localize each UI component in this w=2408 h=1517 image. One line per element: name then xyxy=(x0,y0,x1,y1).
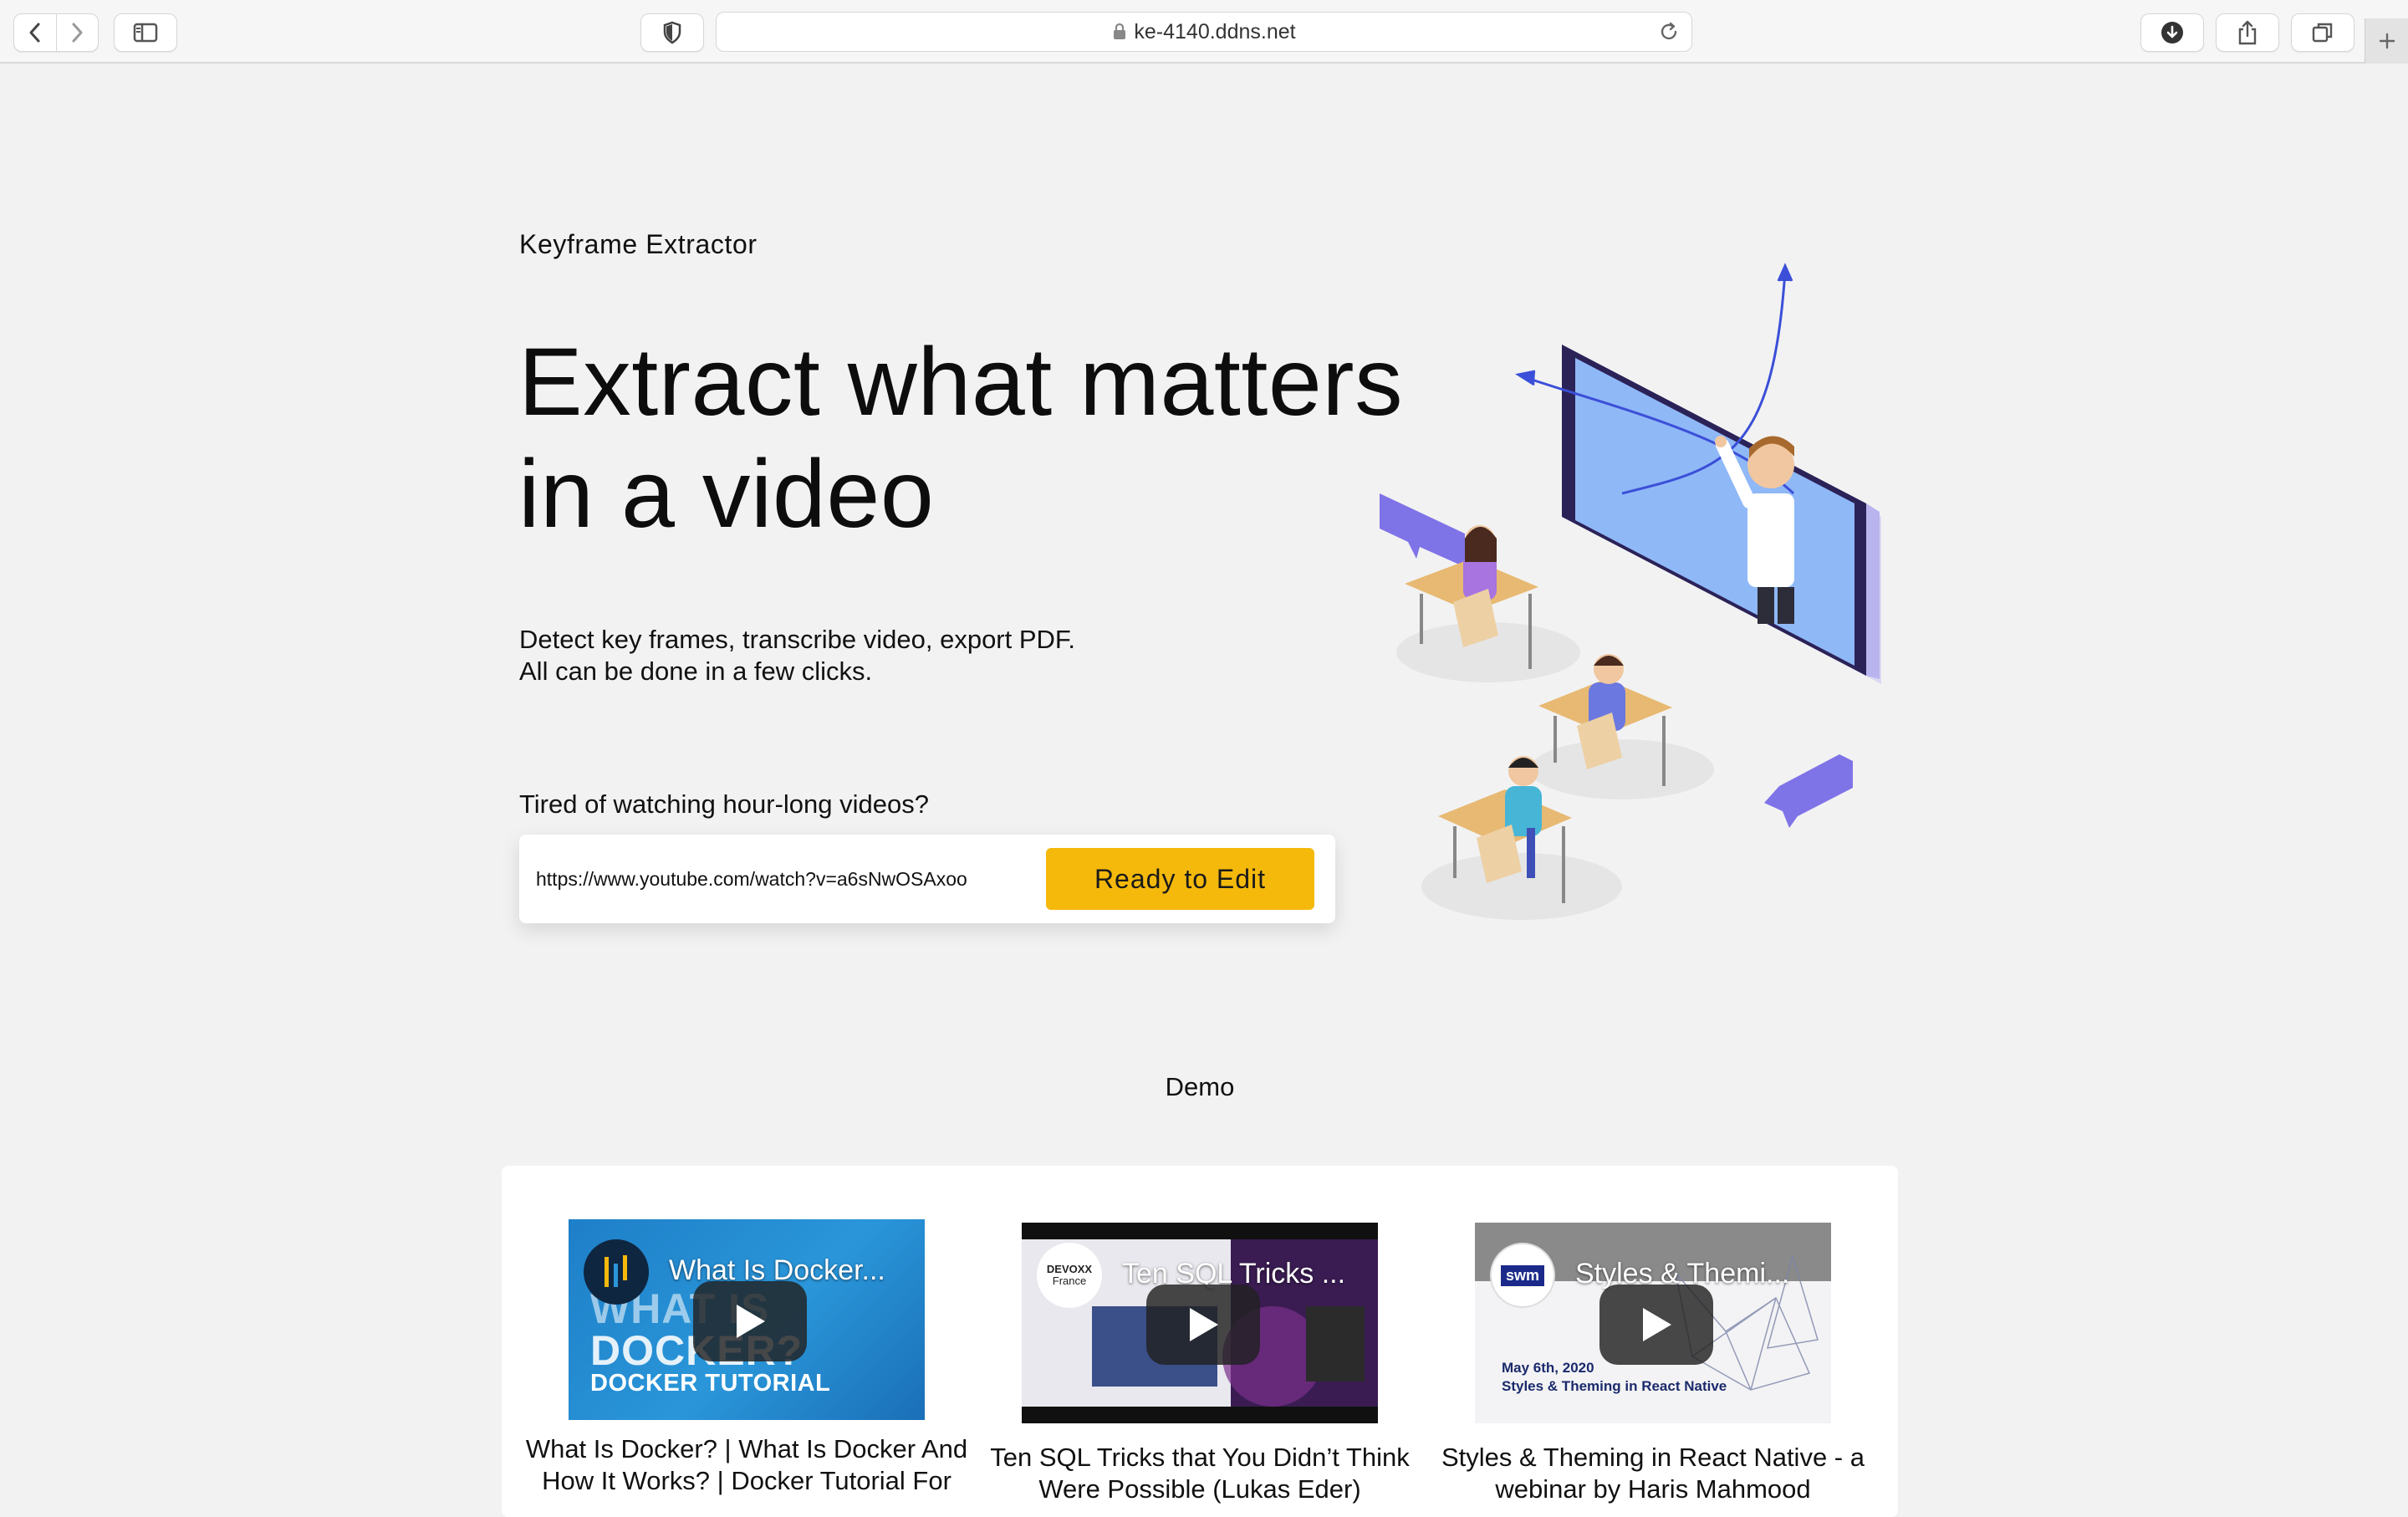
play-icon xyxy=(1190,1308,1218,1341)
video-url-form: Ready to Edit xyxy=(519,835,1335,923)
subtext-line-2: All can be done in a few clicks. xyxy=(519,656,873,686)
sidebar-icon xyxy=(133,23,158,43)
headline-line-2: in a video xyxy=(518,441,935,548)
demo-heading: Demo xyxy=(1165,1072,1235,1101)
forward-button[interactable] xyxy=(56,14,98,51)
hero-subtext: Detect key frames, transcribe video, exp… xyxy=(519,624,1272,687)
downloads-button[interactable] xyxy=(2140,13,2204,52)
channel-logo-icon xyxy=(605,1255,627,1287)
play-icon xyxy=(737,1305,765,1338)
plus-icon xyxy=(2379,33,2395,49)
share-button[interactable] xyxy=(2216,13,2279,52)
caption-line: Ten SQL Tricks that You Didn’t Think xyxy=(990,1443,1410,1472)
channel-avatar[interactable]: DEVOXX France xyxy=(1037,1243,1102,1308)
video-thumbnail[interactable]: DEVOXX France Ten SQL Tricks ... xyxy=(1022,1223,1378,1423)
student-desk-2 xyxy=(1530,654,1714,799)
privacy-report-button[interactable] xyxy=(640,13,704,52)
play-button[interactable] xyxy=(1146,1285,1260,1365)
download-icon xyxy=(2161,22,2183,43)
new-tab-button[interactable] xyxy=(2365,18,2408,64)
channel-logo-text: swm xyxy=(1500,1264,1545,1286)
subtext-line-1: Detect key frames, transcribe video, exp… xyxy=(519,625,1076,654)
address-bar[interactable]: ke-4140.ddns.net xyxy=(716,12,1692,52)
url-text: ke-4140.ddns.net xyxy=(1134,19,1296,43)
lock-icon xyxy=(1114,23,1126,39)
channel-logo-text: France xyxy=(1052,1274,1087,1287)
input-prompt: Tired of watching hour-long videos? xyxy=(519,789,929,819)
caption-line: Styles & Theming in React Native - a xyxy=(1441,1443,1865,1472)
chevron-left-icon xyxy=(29,23,40,43)
channel-logo-text: DEVOXX xyxy=(1046,1263,1093,1275)
video-caption: Ten SQL Tricks that You Didn’t Think Wer… xyxy=(974,1442,1426,1505)
classroom-illustration xyxy=(1380,263,1881,920)
tabs-icon xyxy=(2312,23,2333,43)
headline-line-1: Extract what matters xyxy=(518,329,1404,436)
channel-avatar[interactable]: swm xyxy=(1490,1243,1555,1308)
ready-to-edit-button[interactable]: Ready to Edit xyxy=(1046,848,1314,910)
video-thumbnail[interactable]: WHAT IS DOCKER? DOCKER TUTORIAL What Is … xyxy=(569,1219,925,1420)
back-button[interactable] xyxy=(14,14,56,51)
play-button[interactable] xyxy=(1599,1285,1713,1365)
channel-avatar[interactable] xyxy=(584,1239,649,1305)
shield-icon xyxy=(663,21,681,44)
page-headline: Extract what matters in a video xyxy=(518,326,1438,550)
chevron-right-icon xyxy=(72,23,83,43)
caption-line: webinar by Haris Mahmood xyxy=(1495,1474,1811,1504)
video-caption: Styles & Theming in React Native - a web… xyxy=(1427,1442,1879,1505)
thumbnail-text: May 6th, 2020 xyxy=(1502,1360,1594,1376)
sidebar-toggle-button[interactable] xyxy=(114,13,177,52)
thumbnail-text: Styles & Theming in React Native xyxy=(1502,1378,1727,1394)
browser-toolbar: ke-4140.ddns.net xyxy=(0,0,2408,64)
video-thumbnail[interactable]: swm Styles & Themi... May 6th, 2020 Styl… xyxy=(1475,1223,1831,1423)
caption-line: What Is Docker? | What Is Docker And xyxy=(525,1434,968,1463)
play-button[interactable] xyxy=(693,1281,807,1361)
video-url-input[interactable] xyxy=(534,860,1036,898)
play-icon xyxy=(1643,1308,1671,1341)
share-icon xyxy=(2238,20,2257,45)
caption-line: Were Possible (Lukas Eder) xyxy=(1038,1474,1361,1504)
tab-overview-button[interactable] xyxy=(2291,13,2354,52)
brand-name[interactable]: Keyframe Extractor xyxy=(519,229,758,260)
caption-line: How It Works? | Docker Tutorial For xyxy=(542,1466,951,1495)
phone-screen-graphic xyxy=(1562,345,1881,684)
nav-buttons xyxy=(13,13,99,52)
demo-panel: WHAT IS DOCKER? DOCKER TUTORIAL What Is … xyxy=(502,1166,1898,1517)
reload-icon[interactable] xyxy=(1658,21,1680,43)
thumbnail-text: DOCKER TUTORIAL xyxy=(590,1370,831,1397)
video-caption: What Is Docker? | What Is Docker And How… xyxy=(521,1433,972,1497)
